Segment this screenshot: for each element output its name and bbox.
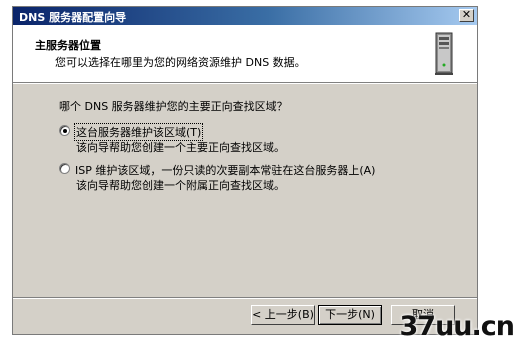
footer-separator <box>13 297 477 299</box>
option-isp-description: 该向导帮助您创建一个附属正向查找区域。 <box>76 179 285 192</box>
option-this-server-description: 该向导帮助您创建一个主要正向查找区域。 <box>76 141 285 154</box>
page-subtitle: 您可以选择在哪里为您的网络资源维护 DNS 数据。 <box>55 56 306 69</box>
page-title: 主服务器位置 <box>35 39 101 52</box>
title-bar[interactable]: DNS 服务器配置向导 ✕ <box>13 7 477 25</box>
close-button[interactable]: ✕ <box>459 9 474 22</box>
site-watermark: 37uu.cn <box>399 311 515 342</box>
dns-question-label: 哪个 DNS 服务器维护您的主要正向查找区域？ <box>59 100 288 113</box>
server-tower-icon <box>435 32 453 75</box>
wizard-header: 主服务器位置 您可以选择在哪里为您的网络资源维护 DNS 数据。 <box>13 25 477 84</box>
close-icon: ✕ <box>461 8 472 21</box>
option-isp-label[interactable]: ISP 维护该区域，一份只读的次要副本常驻在这台服务器上(A) <box>75 162 375 178</box>
radio-isp[interactable] <box>59 163 70 174</box>
next-button[interactable]: 下一步(N) <box>318 305 382 325</box>
option-this-server-label[interactable]: 这台服务器维护该区域(T) <box>73 123 204 141</box>
window-title: DNS 服务器配置向导 <box>19 11 127 24</box>
back-button[interactable]: < 上一步(B) <box>251 305 315 325</box>
radio-selected-dot <box>63 129 67 133</box>
radio-this-server[interactable] <box>59 125 70 136</box>
dns-config-wizard-window: DNS 服务器配置向导 ✕ 主服务器位置 您可以选择在哪里为您的网络资源维护 D… <box>12 6 478 335</box>
